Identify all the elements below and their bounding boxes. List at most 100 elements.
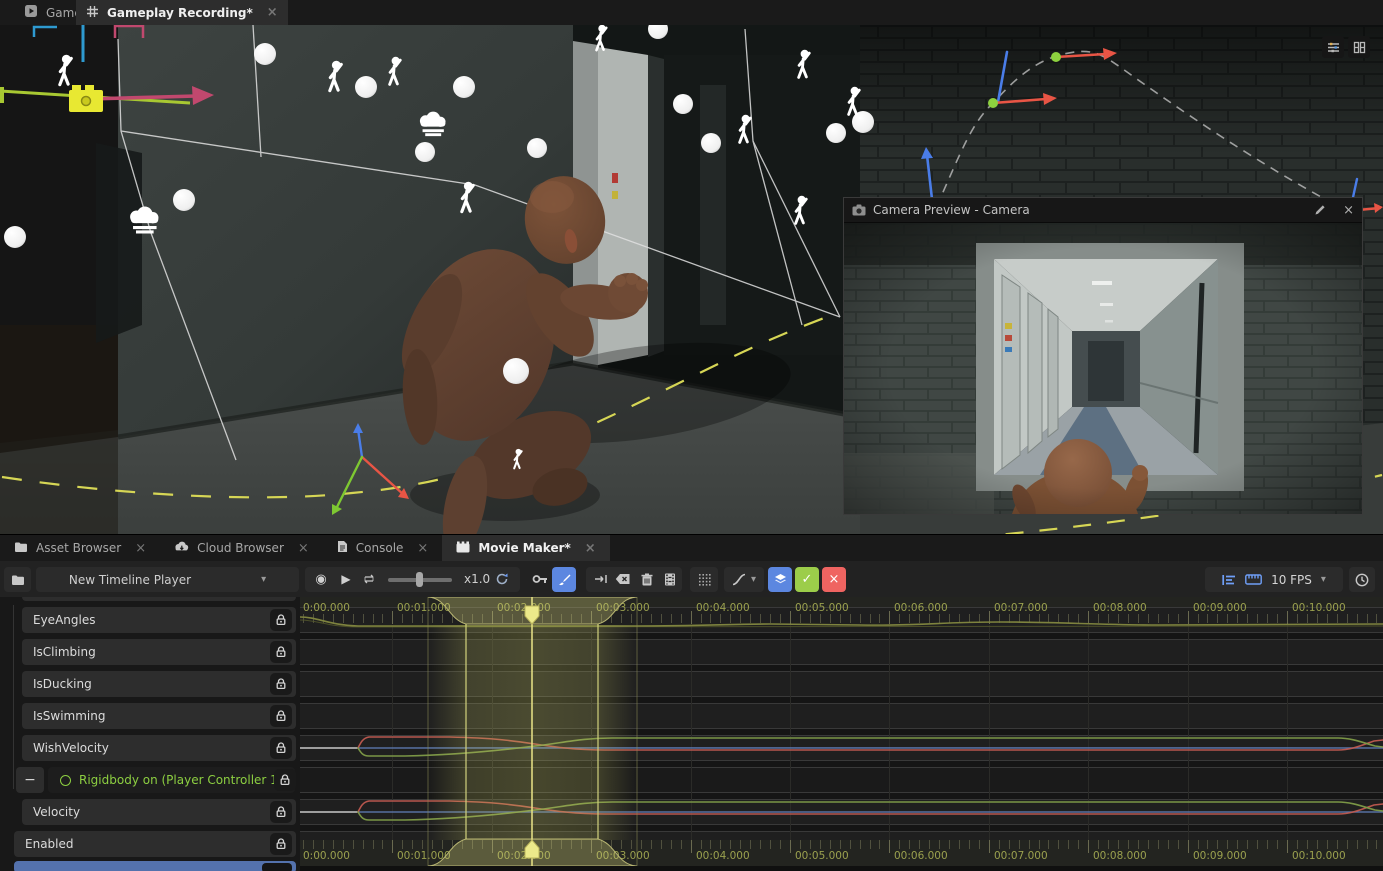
track-row-isclimbing[interactable]: IsClimbing xyxy=(22,639,296,665)
layers-button[interactable] xyxy=(768,567,792,592)
track-row-isswimming[interactable]: IsSwimming xyxy=(22,703,296,729)
chevron-down-icon: ▾ xyxy=(261,574,266,585)
lock-icon xyxy=(275,838,287,850)
sync-button[interactable] xyxy=(490,567,514,591)
lock-icon xyxy=(275,678,287,690)
curve-icon xyxy=(732,573,746,586)
tab-cloud-browser[interactable]: Cloud Browser × xyxy=(160,535,323,561)
timeline-overlay xyxy=(300,597,1383,871)
group-label-text: Rigidbody on (Player Controller 1) xyxy=(79,773,283,787)
track-label: Velocity xyxy=(33,805,80,819)
timeline-player-select[interactable]: New Timeline Player ▾ xyxy=(36,567,299,592)
track-row-isducking[interactable]: IsDucking xyxy=(22,671,296,697)
lock-button[interactable] xyxy=(274,769,296,791)
clear-keys-button[interactable] xyxy=(611,567,635,591)
snap-grid-button[interactable] xyxy=(690,567,718,592)
paint-mode-button[interactable] xyxy=(552,567,576,592)
key-icon xyxy=(532,573,548,585)
collapse-button[interactable]: − xyxy=(16,767,44,793)
skip-to-end-button[interactable] xyxy=(589,567,613,591)
time-display-button[interactable] xyxy=(1349,567,1375,592)
tab-movie-maker[interactable]: Movie Maker* × xyxy=(442,535,609,561)
chevron-down-icon: ▾ xyxy=(751,574,756,585)
group-label[interactable]: Rigidbody on (Player Controller 1) xyxy=(48,767,295,793)
fps-group[interactable]: 10 FPS ▾ xyxy=(1205,567,1343,592)
track-row-eyeangles[interactable]: EyeAngles xyxy=(22,607,296,633)
viewport-layout-button[interactable] xyxy=(1348,36,1370,58)
apply-button[interactable]: ✓ xyxy=(795,567,819,592)
lock-icon xyxy=(275,806,287,818)
camera-icon xyxy=(852,204,866,216)
lock-button[interactable] xyxy=(270,609,292,631)
track-row-selected-partial[interactable] xyxy=(14,861,296,871)
dot-grid-icon xyxy=(698,573,711,586)
viewport-settings-button[interactable] xyxy=(1322,36,1344,58)
scrolled-row-sliver xyxy=(22,597,296,601)
chevron-down-icon: ▾ xyxy=(1321,574,1326,585)
close-icon[interactable]: × xyxy=(585,541,596,556)
tab-movie-maker-label: Movie Maker* xyxy=(478,541,570,555)
record-button[interactable]: ◉ xyxy=(309,567,333,591)
track-row-enabled[interactable]: Enabled xyxy=(14,831,296,857)
brush-icon xyxy=(558,573,571,586)
lock-button[interactable] xyxy=(270,641,292,663)
interpolation-select[interactable]: ▾ xyxy=(724,567,764,592)
tab-console[interactable]: Console × xyxy=(323,535,443,561)
discard-button[interactable]: × xyxy=(822,567,846,592)
tab-gameplay-recording-label: Gameplay Recording* xyxy=(107,6,253,20)
lock-icon xyxy=(275,742,287,754)
speed-slider-handle[interactable] xyxy=(416,572,423,587)
track-row-velocity[interactable]: Velocity xyxy=(22,799,296,825)
edit-pencil-icon[interactable] xyxy=(1314,204,1326,216)
camera-preview-title: Camera Preview - Camera xyxy=(873,203,1307,217)
tab-gameplay-recording[interactable]: Gameplay Recording* × xyxy=(76,0,288,25)
track-label: IsSwimming xyxy=(33,709,106,723)
loop-button[interactable] xyxy=(357,567,381,591)
filmstrip-icon xyxy=(664,573,676,586)
open-timeline-button[interactable] xyxy=(4,567,31,592)
lock-button[interactable] xyxy=(270,673,292,695)
component-circle-icon xyxy=(60,775,71,786)
close-icon[interactable]: × xyxy=(267,5,278,20)
camera-preview-close-icon[interactable]: × xyxy=(1343,203,1354,218)
film-icon xyxy=(456,541,470,556)
clock-icon xyxy=(1355,573,1369,587)
layers-icon xyxy=(774,573,787,586)
close-icon[interactable]: × xyxy=(298,541,309,556)
align-tracks-icon xyxy=(1222,574,1236,586)
scene-viewport[interactable]: Camera Preview - Camera × xyxy=(0,25,1383,535)
track-label: WishVelocity xyxy=(33,741,109,755)
timeline-panel: EyeAngles IsClimbing IsDucking IsSwimmin… xyxy=(0,597,1383,871)
cloud-download-icon xyxy=(174,541,189,556)
tab-asset-browser-label: Asset Browser xyxy=(36,541,121,555)
grid-hash-icon xyxy=(86,5,99,21)
lock-icon xyxy=(279,774,291,786)
lock-button[interactable] xyxy=(270,833,292,855)
lock-button[interactable] xyxy=(270,705,292,727)
tab-asset-browser[interactable]: Asset Browser × xyxy=(0,535,160,561)
close-icon[interactable]: × xyxy=(135,541,146,556)
document-icon xyxy=(337,540,348,556)
camera-preview-window: Camera Preview - Camera × xyxy=(843,197,1363,515)
lock-button[interactable] xyxy=(270,737,292,759)
backspace-icon xyxy=(615,573,631,585)
lock-button[interactable] xyxy=(270,801,292,823)
folder-icon xyxy=(14,541,28,556)
keyframe-button[interactable] xyxy=(528,567,552,591)
track-row-wishvelocity[interactable]: WishVelocity xyxy=(22,735,296,761)
camera-preview-header[interactable]: Camera Preview - Camera × xyxy=(844,198,1362,223)
delete-button[interactable] xyxy=(635,567,659,591)
trash-icon xyxy=(641,573,653,586)
close-icon[interactable]: × xyxy=(417,541,428,556)
ruler-icon xyxy=(1245,574,1262,585)
render-clip-button[interactable] xyxy=(658,567,682,591)
timeline-player-value: New Timeline Player xyxy=(69,573,191,587)
track-label: IsDucking xyxy=(33,677,92,691)
track-group-row[interactable]: − Rigidbody on (Player Controller 1) xyxy=(16,767,296,793)
lock-button[interactable] xyxy=(262,863,292,871)
timeline-canvas[interactable]: 0:00.000 00:01.000 00:02.000 00:03.000 0… xyxy=(300,597,1383,871)
movie-maker-toolbar: New Timeline Player ▾ ◉ ▶ x1.0 xyxy=(0,561,1383,597)
track-label: Enabled xyxy=(25,837,74,851)
loop-icon xyxy=(362,573,376,585)
play-button[interactable]: ▶ xyxy=(334,567,358,591)
